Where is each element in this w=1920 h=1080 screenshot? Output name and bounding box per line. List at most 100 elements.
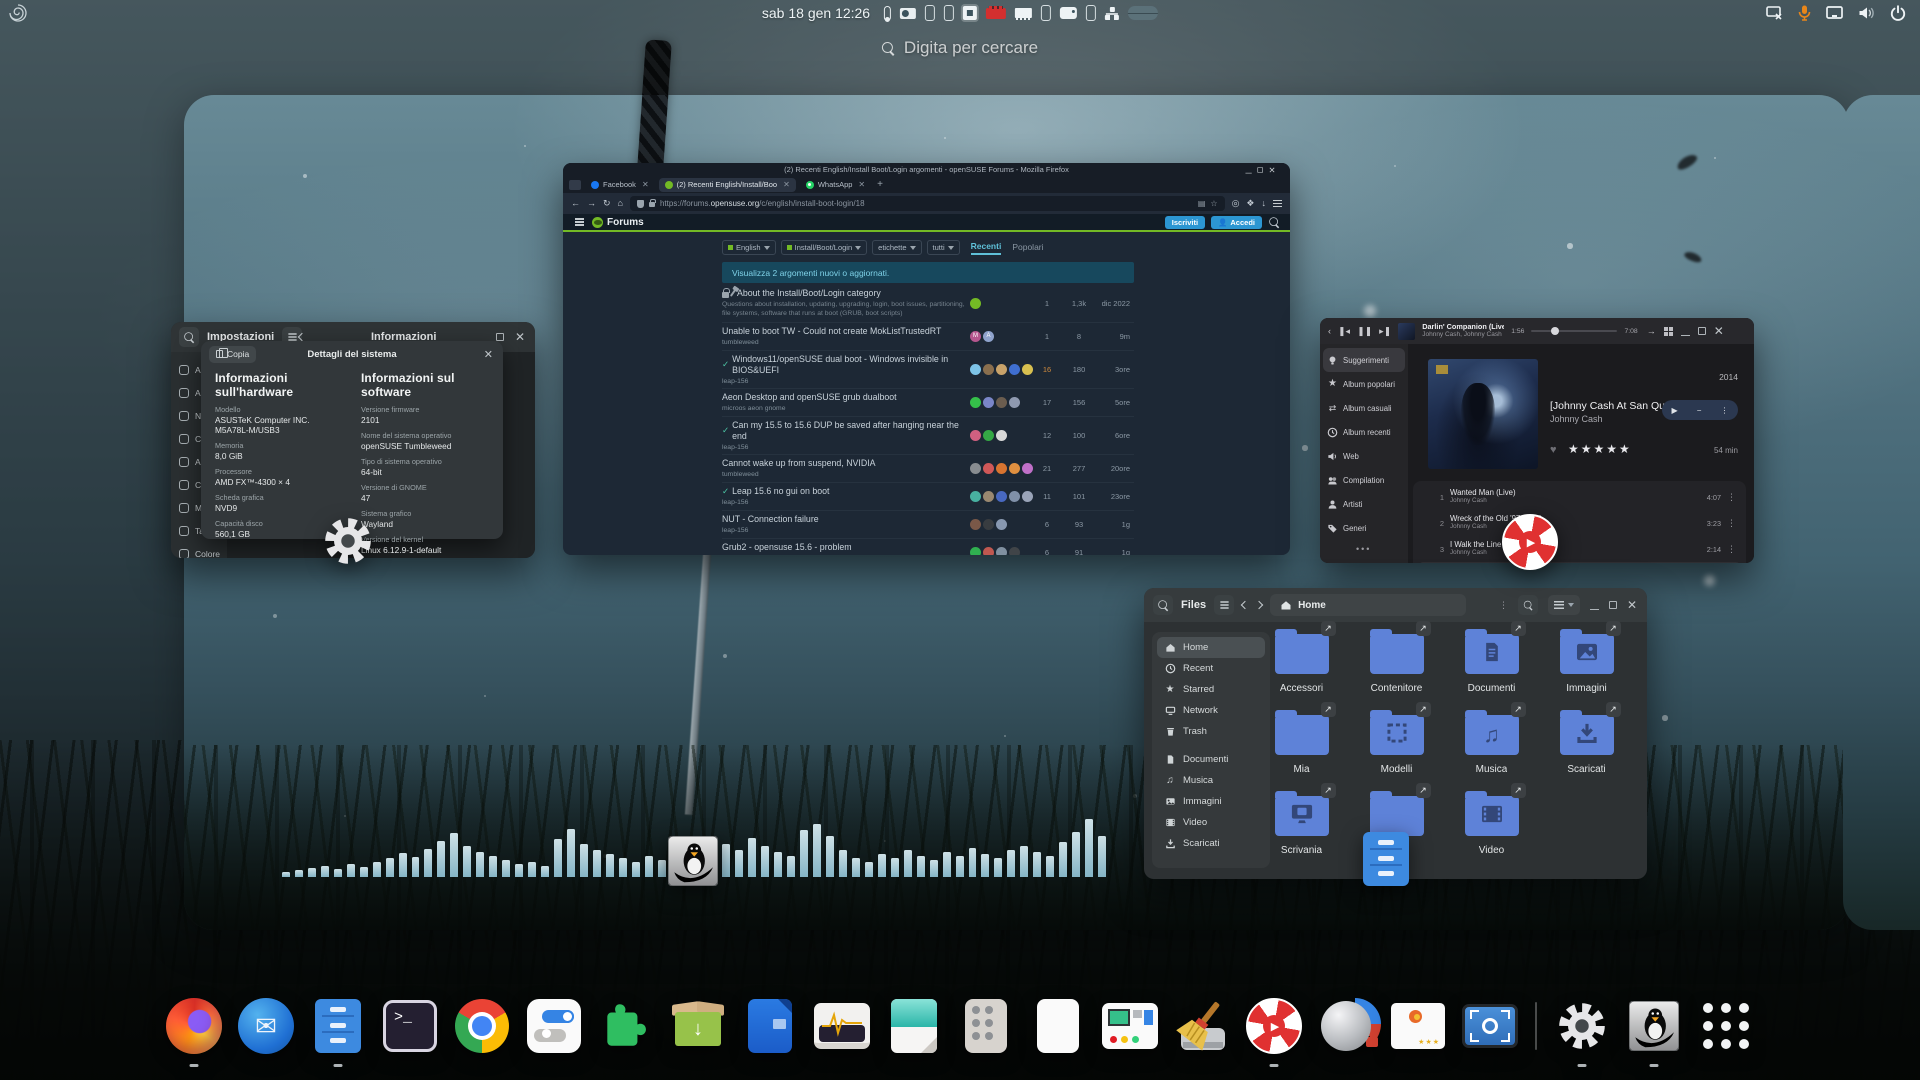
topic-row[interactable]: Grub2 - opensuse 15.6 - problemleap-156 … — [722, 538, 1134, 555]
microphone-icon[interactable] — [1798, 5, 1811, 21]
seek-slider[interactable] — [1531, 330, 1617, 332]
play-icon[interactable]: ▶ — [1672, 406, 1678, 415]
screencast-off-icon[interactable] — [1766, 6, 1783, 20]
forward-button[interactable] — [1255, 601, 1263, 609]
view-menu-icon[interactable]: ⋮ — [1499, 600, 1508, 611]
dock-item-package-installer[interactable]: ↓ — [666, 994, 730, 1058]
menu-button[interactable] — [1214, 595, 1234, 615]
folder-item[interactable]: ↗ Accessori — [1254, 628, 1349, 709]
nav-forward-icon[interactable]: → — [587, 199, 596, 208]
topic-row[interactable]: ✓Windows11/openSUSE dual boot - Windows … — [722, 350, 1134, 388]
dock-item-volume-control[interactable] — [1314, 994, 1378, 1058]
dock-item-libreoffice-writer[interactable] — [738, 994, 802, 1058]
dock-item-characters[interactable] — [1026, 994, 1090, 1058]
dialog-close-button[interactable]: ✕ — [484, 348, 493, 361]
reader-mode-icon[interactable]: ▤ — [1198, 199, 1206, 208]
poster-avatar[interactable] — [1009, 397, 1020, 408]
forum-menu-icon[interactable] — [575, 221, 584, 223]
system-monitor-tray[interactable] — [884, 5, 1158, 21]
overview-search[interactable]: Digita per cercare — [882, 38, 1038, 58]
forum-search-icon[interactable] — [1269, 217, 1279, 227]
nav-reload-icon[interactable]: ↻ — [603, 199, 611, 208]
minimize-button[interactable] — [1681, 327, 1690, 336]
files-sidebar-item-immagini[interactable]: Immagini — [1157, 791, 1265, 812]
poster-avatar[interactable] — [996, 430, 1007, 441]
folder-item[interactable]: ↗ Scrivania — [1254, 790, 1349, 871]
subscribe-button[interactable]: Iscriviti — [1165, 216, 1205, 229]
dock-item-system-profiler[interactable] — [1098, 994, 1162, 1058]
new-topics-banner[interactable]: Visualizza 2 argomenti nuovi o aggiornat… — [722, 262, 1134, 283]
files-sidebar-item-network[interactable]: Network — [1157, 700, 1265, 721]
extensions-icon[interactable]: ❖ — [1246, 199, 1254, 208]
list-tab[interactable]: Recenti — [971, 241, 1002, 255]
dock-item-text-editor[interactable] — [882, 994, 946, 1058]
dock-item-app-grid[interactable] — [1694, 994, 1758, 1058]
remove-icon[interactable]: − — [1697, 406, 1702, 415]
files-headerbar[interactable]: Files Home ⋮ ✕ — [1144, 588, 1647, 622]
tracking-shield-icon[interactable] — [637, 200, 644, 208]
music-sidebar-item[interactable]: Album recenti — [1320, 420, 1408, 444]
dock-item-shotwell[interactable]: ★★★ — [1386, 994, 1450, 1058]
settings-app-badge[interactable] — [319, 512, 377, 575]
nav-home-icon[interactable]: ⌂ — [618, 199, 623, 208]
poster-avatar[interactable] — [996, 463, 1007, 474]
dock-item-files[interactable] — [306, 994, 370, 1058]
files-sidebar-item-trash[interactable]: Trash — [1157, 721, 1265, 742]
poster-avatar[interactable]: M — [970, 331, 981, 342]
music-sidebar-item[interactable]: Compilation — [1320, 468, 1408, 492]
files-sidebar-item-home[interactable]: Home — [1157, 637, 1265, 658]
screen-share-icon[interactable] — [1826, 6, 1843, 20]
app-menu-icon[interactable] — [1273, 203, 1282, 205]
folder-item[interactable]: ↗ Contenitore — [1349, 628, 1444, 709]
poster-avatar[interactable] — [1009, 547, 1020, 555]
poster-avatar[interactable] — [970, 547, 981, 555]
dock[interactable]: ✉>_↓▶★★★ — [162, 994, 1758, 1058]
more-icon[interactable]: ⋮ — [1720, 406, 1728, 415]
firefox-nav-bar[interactable]: ← → ↻ ⌂ https://forums.opensuse.org/c/en… — [563, 193, 1290, 214]
poster-avatar[interactable] — [996, 547, 1007, 555]
nav-back-icon[interactable]: ← — [571, 199, 580, 208]
browser-tab[interactable]: WhatsApp✕ — [800, 178, 871, 192]
maximize-button[interactable] — [496, 333, 504, 341]
close-button[interactable]: ✕ — [1268, 165, 1275, 173]
files-sidebar[interactable]: HomeRecent★StarredNetworkTrashDocumenti♫… — [1152, 632, 1270, 868]
folder-item[interactable]: ↗ Documenti — [1444, 628, 1539, 709]
dock-item-thunderbird[interactable]: ✉ — [234, 994, 298, 1058]
folder-item[interactable]: ↗ Immagini — [1539, 628, 1634, 709]
firefox-view-icon[interactable] — [569, 180, 581, 190]
previous-track-icon[interactable]: ❚◂ — [1338, 327, 1350, 336]
topic-row[interactable]: NUT - Connection failureleap-156 6 93 1g — [722, 510, 1134, 538]
poster-avatar[interactable] — [983, 430, 994, 441]
view-toggle[interactable] — [1548, 595, 1580, 615]
sidebar-more[interactable]: ••• — [1320, 540, 1408, 554]
files-sidebar-item-video[interactable]: Video — [1157, 812, 1265, 833]
forum-site-header[interactable]: Forums Iscriviti 👤Accedi — [563, 214, 1290, 230]
opensuse-forums-logo[interactable]: Forums — [592, 217, 644, 228]
dock-item-settings[interactable] — [1550, 994, 1614, 1058]
dock-item-calculator[interactable] — [954, 994, 1018, 1058]
next-track-icon[interactable]: ▸❚ — [1379, 327, 1391, 336]
new-tab-button[interactable]: + — [877, 179, 883, 190]
track-row[interactable]: 1 Wanted Man (Live)Johnny Cash 4:07 ⋮ — [1419, 484, 1740, 510]
dock-item-bleachbit[interactable] — [1170, 994, 1234, 1058]
tab-close-icon[interactable]: ✕ — [858, 180, 865, 189]
tab-close-icon[interactable]: ✕ — [783, 180, 790, 189]
dock-item-firefox[interactable] — [162, 994, 226, 1058]
poster-avatar[interactable] — [983, 397, 994, 408]
files-sidebar-item-documenti[interactable]: Documenti — [1157, 749, 1265, 770]
music-sidebar-item[interactable]: Suggerimenti — [1323, 348, 1405, 372]
system-status-area[interactable] — [1766, 0, 1906, 26]
login-button[interactable]: 👤Accedi — [1211, 216, 1262, 229]
music-headerbar[interactable]: ‹ ❚◂ ❚❚ ▸❚ Darlin' Companion (Live) John… — [1320, 318, 1754, 344]
poster-avatar[interactable] — [970, 397, 981, 408]
grid-view-icon[interactable] — [1664, 327, 1673, 336]
folder-item[interactable]: ↗ Mia — [1254, 709, 1349, 790]
account-icon[interactable]: ◎ — [1232, 199, 1240, 208]
browser-tab[interactable]: (2) Recenti English/Install/Boo✕ — [659, 178, 796, 192]
maximize-button[interactable] — [1698, 327, 1706, 335]
firefox-tab-bar[interactable]: Facebook✕(2) Recenti English/Install/Boo… — [563, 176, 1290, 193]
topic-row[interactable]: About the Install/Boot/Login categoryQue… — [722, 285, 1134, 322]
visualizer-app-badge[interactable] — [668, 836, 718, 891]
music-sidebar-item[interactable]: Generi — [1320, 516, 1408, 540]
lollypop-app-badge[interactable]: ▶ — [1502, 514, 1558, 570]
